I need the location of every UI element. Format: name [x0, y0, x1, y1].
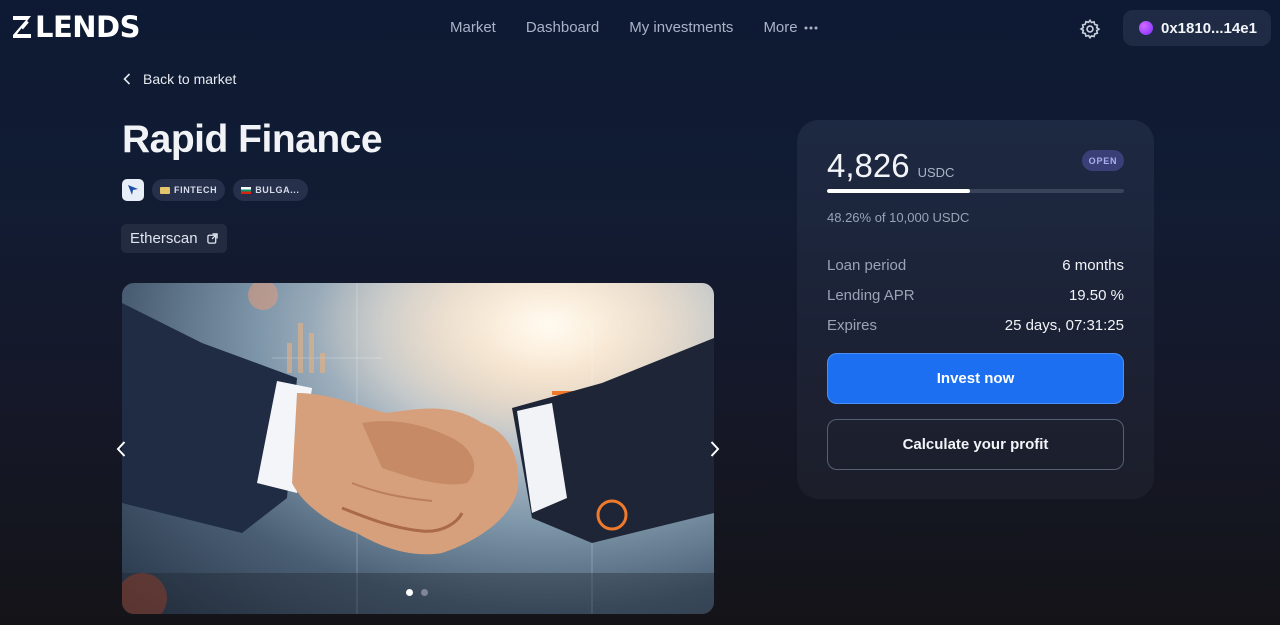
calculate-profit-button[interactable]: Calculate your profit — [827, 419, 1124, 470]
zlends-logo-icon — [11, 13, 33, 41]
back-to-market-link[interactable]: Back to market — [123, 71, 236, 87]
carousel-dot-1[interactable] — [406, 589, 413, 596]
expires-value: 25 days, 07:31:25 — [1004, 316, 1124, 334]
carousel-prev-button[interactable] — [100, 424, 142, 474]
carousel-next-button[interactable] — [694, 424, 736, 474]
invest-card: 4,826 USDC OPEN 48.26% of 10,000 USDC Lo… — [797, 120, 1154, 499]
etherscan-label: Etherscan — [130, 230, 198, 247]
company-logo-icon — [122, 179, 144, 201]
fintech-icon — [160, 186, 170, 194]
carousel-dot-2[interactable] — [421, 589, 428, 596]
etherscan-link[interactable]: Etherscan — [121, 224, 227, 253]
tag-country[interactable]: BULGA... — [233, 179, 308, 201]
main-nav: Market Dashboard My investments More — [450, 19, 818, 36]
raised-amount: 4,826 USDC — [827, 147, 954, 185]
tag-list: FINTECH BULGA... — [122, 179, 308, 201]
nav-item-dashboard[interactable]: Dashboard — [526, 19, 599, 36]
chevron-left-icon — [123, 73, 131, 85]
funding-progress-text: 48.26% of 10,000 USDC — [827, 210, 970, 225]
funding-progress-bar — [827, 189, 1124, 193]
funding-progress-fill — [827, 189, 971, 193]
expires-row: Expires 25 days, 07:31:25 — [827, 310, 1124, 340]
raised-amount-unit: USDC — [917, 165, 955, 180]
wallet-address: 0x1810...14e1 — [1161, 19, 1257, 37]
tag-industry-label: FINTECH — [174, 185, 218, 195]
loan-period-row: Loan period 6 months — [827, 250, 1124, 280]
image-carousel[interactable] — [122, 283, 714, 614]
carousel-pagination — [406, 589, 428, 596]
page-title: Rapid Finance — [122, 118, 383, 161]
nav-item-my-investments[interactable]: My investments — [629, 19, 733, 36]
nav-more-label: More — [763, 19, 798, 36]
nav-item-market[interactable]: Market — [450, 19, 496, 36]
settings-gear-icon[interactable] — [1079, 18, 1101, 40]
nav-item-more[interactable]: More — [763, 19, 818, 36]
handshake-image — [122, 283, 714, 614]
loan-period-label: Loan period — [827, 256, 907, 274]
brand-logo[interactable]: LENDS — [11, 10, 141, 44]
more-dots-icon — [804, 26, 818, 29]
lending-apr-value: 19.50 % — [1068, 286, 1124, 304]
lending-apr-row: Lending APR 19.50 % — [827, 280, 1124, 310]
lending-apr-label: Lending APR — [827, 286, 915, 304]
loan-details: Loan period 6 months Lending APR 19.50 %… — [827, 250, 1124, 340]
loan-period-value: 6 months — [1062, 256, 1124, 274]
external-link-icon — [206, 233, 218, 244]
raised-amount-value: 4,826 — [827, 147, 910, 184]
tag-industry[interactable]: FINTECH — [152, 179, 226, 201]
chevron-left-icon — [116, 441, 126, 457]
wallet-avatar-icon — [1139, 21, 1153, 35]
tag-country-label: BULGA... — [255, 185, 300, 195]
invest-now-button[interactable]: Invest now — [827, 353, 1124, 404]
wallet-button[interactable]: 0x1810...14e1 — [1123, 10, 1271, 46]
chevron-right-icon — [710, 441, 720, 457]
status-badge: OPEN — [1082, 150, 1124, 171]
back-label: Back to market — [143, 71, 237, 87]
bulgaria-flag-icon — [241, 186, 252, 194]
expires-label: Expires — [827, 316, 878, 334]
brand-logo-text: LENDS — [35, 10, 141, 44]
